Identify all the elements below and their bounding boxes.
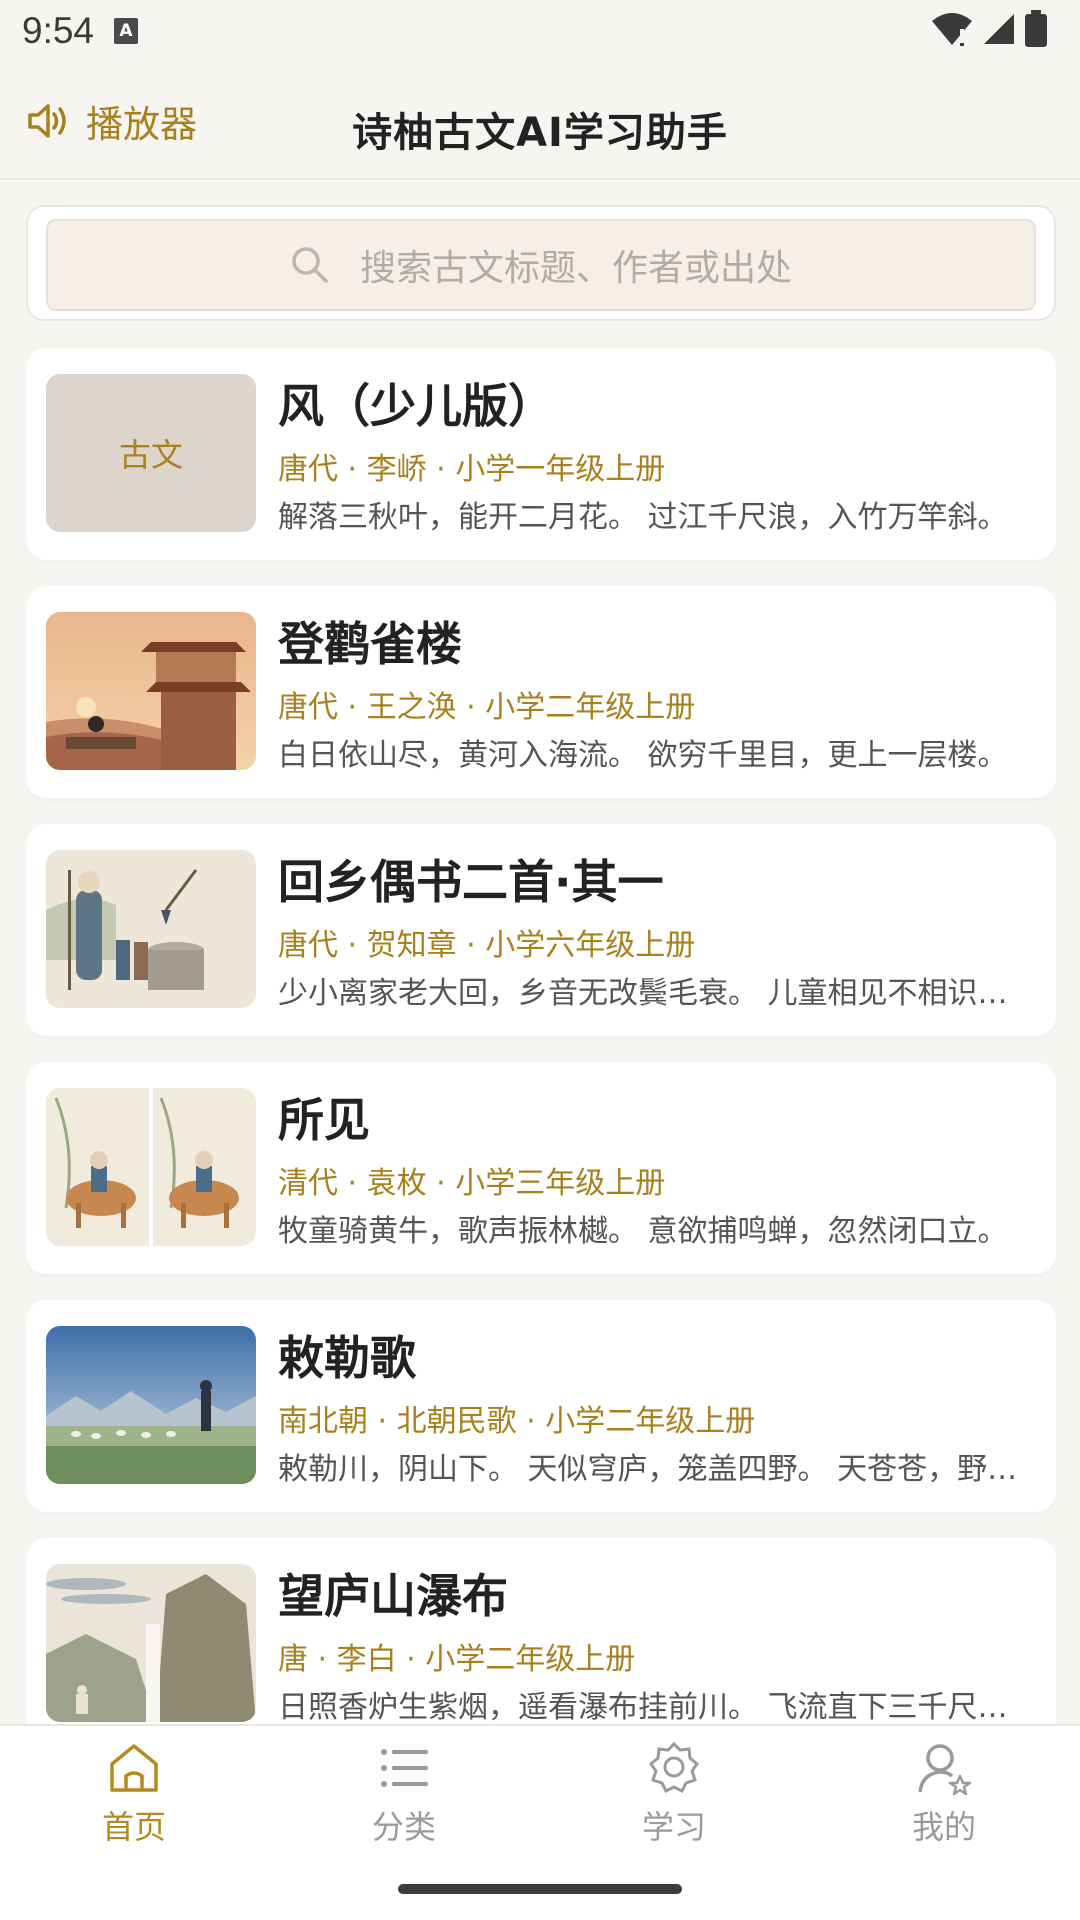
poem-meta: 清代 · 袁枚 · 小学三年级上册 — [278, 1166, 666, 1201]
badge-icon — [648, 1741, 700, 1794]
search-placeholder: 搜索古文标题、作者或出处 — [359, 248, 792, 289]
tab-home[interactable]: 首页 — [54, 1740, 214, 1860]
list-icon — [381, 1749, 428, 1787]
poem-card[interactable]: 望庐山瀑布 唐 · 李白 · 小学二年级上册 日照香炉生紫烟，遥看瀑布挂前川。 … — [26, 1538, 1056, 1724]
user-star-icon — [918, 1744, 972, 1796]
status-icons — [930, 10, 1048, 48]
poem-thumbnail — [46, 1326, 256, 1484]
cowherd-illustration — [46, 1088, 256, 1246]
search-icon — [292, 247, 328, 283]
app-header: 播放器 诗柚古文AI学习助手 — [0, 62, 1080, 180]
home-icon — [110, 1744, 158, 1792]
tower-sunset-illustration — [46, 612, 256, 770]
poem-excerpt: 少小离家老大回，乡音无改鬓毛衰。 儿童相见不相识，笑问客从何处来。 — [278, 976, 1018, 1011]
village-well-illustration — [46, 850, 256, 1008]
poem-thumbnail — [46, 850, 256, 1008]
tab-category[interactable]: 分类 — [324, 1740, 484, 1860]
waterfall-illustration — [46, 1564, 256, 1722]
poem-excerpt: 解落三秋叶，能开二月花。 过江千尺浪，入竹万竿斜。 — [278, 500, 1008, 535]
poem-card[interactable]: 回乡偶书二首·其一 唐代 · 贺知章 · 小学六年级上册 少小离家老大回，乡音无… — [26, 824, 1056, 1036]
poem-card[interactable]: 古文 风（少儿版） 唐代 · 李峤 · 小学一年级上册 解落三秋叶，能开二月花。… — [26, 348, 1056, 560]
poem-meta: 唐 · 李白 · 小学二年级上册 — [278, 1642, 636, 1677]
poem-title: 所见 — [278, 1093, 370, 1147]
battery-icon — [1025, 10, 1047, 47]
status-bar: 9:54 A — [0, 0, 1080, 62]
search-input[interactable]: 搜索古文标题、作者或出处 — [46, 219, 1036, 311]
poem-list: 古文 风（少儿版） 唐代 · 李峤 · 小学一年级上册 解落三秋叶，能开二月花。… — [26, 348, 1056, 1724]
page-title: 诗柚古文AI学习助手 — [352, 110, 728, 156]
tab-mine[interactable]: 我的 — [864, 1740, 1024, 1860]
poem-title: 敕勒歌 — [278, 1331, 416, 1385]
poem-card[interactable]: 敕勒歌 南北朝 · 北朝民歌 · 小学二年级上册 敕勒川，阴山下。 天似穹庐，笼… — [26, 1300, 1056, 1512]
poem-excerpt: 敕勒川，阴山下。 天似穹庐，笼盖四野。 天苍苍，野茫茫，风吹草低见牛羊。 — [278, 1452, 1018, 1487]
poem-meta: 唐代 · 贺知章 · 小学六年级上册 — [278, 928, 696, 963]
poem-card[interactable]: 所见 清代 · 袁枚 · 小学三年级上册 牧童骑黄牛，歌声振林樾。 意欲捕鸣蝉，… — [26, 1062, 1056, 1274]
poem-title: 望庐山瀑布 — [278, 1569, 508, 1623]
wifi-icon — [932, 13, 972, 46]
signal-icon — [984, 14, 1014, 44]
search-container: 搜索古文标题、作者或出处 — [26, 205, 1056, 321]
poem-meta: 唐代 · 王之涣 · 小学二年级上册 — [278, 690, 696, 725]
thumbnail-placeholder: 古文 — [46, 374, 256, 532]
home-indicator[interactable] — [398, 1884, 682, 1894]
poem-thumbnail — [46, 612, 256, 770]
poem-title: 风（少儿版） — [278, 379, 554, 433]
poem-meta: 南北朝 · 北朝民歌 · 小学二年级上册 — [278, 1404, 756, 1439]
tab-label: 首页 — [101, 1808, 166, 1846]
poem-excerpt: 日照香炉生紫烟，遥看瀑布挂前川。 飞流直下三千尺，疑是银河落九天。 — [278, 1690, 1018, 1724]
poem-excerpt: 牧童骑黄牛，歌声振林樾。 意欲捕鸣蝉，忽然闭口立。 — [278, 1214, 1008, 1249]
poem-title: 登鹳雀楼 — [278, 617, 462, 671]
poem-meta: 唐代 · 李峤 · 小学一年级上册 — [278, 452, 666, 487]
poem-excerpt: 白日依山尽，黄河入海流。 欲穷千里目，更上一层楼。 — [278, 738, 1008, 773]
tab-label: 学习 — [641, 1808, 706, 1846]
tab-study[interactable]: 学习 — [594, 1740, 754, 1860]
notification-a-icon: A — [114, 18, 139, 44]
poem-title: 回乡偶书二首·其一 — [278, 855, 664, 909]
poem-card[interactable]: 登鹳雀楼 唐代 · 王之涣 · 小学二年级上册 白日依山尽，黄河入海流。 欲穷千… — [26, 586, 1056, 798]
poem-thumbnail: 古文 — [46, 374, 256, 532]
tab-label: 我的 — [911, 1808, 976, 1846]
status-time: 9:54 — [22, 10, 95, 51]
tab-label: 分类 — [371, 1808, 436, 1846]
grassland-illustration — [46, 1326, 256, 1484]
poem-thumbnail — [46, 1088, 256, 1246]
poem-thumbnail — [46, 1564, 256, 1722]
